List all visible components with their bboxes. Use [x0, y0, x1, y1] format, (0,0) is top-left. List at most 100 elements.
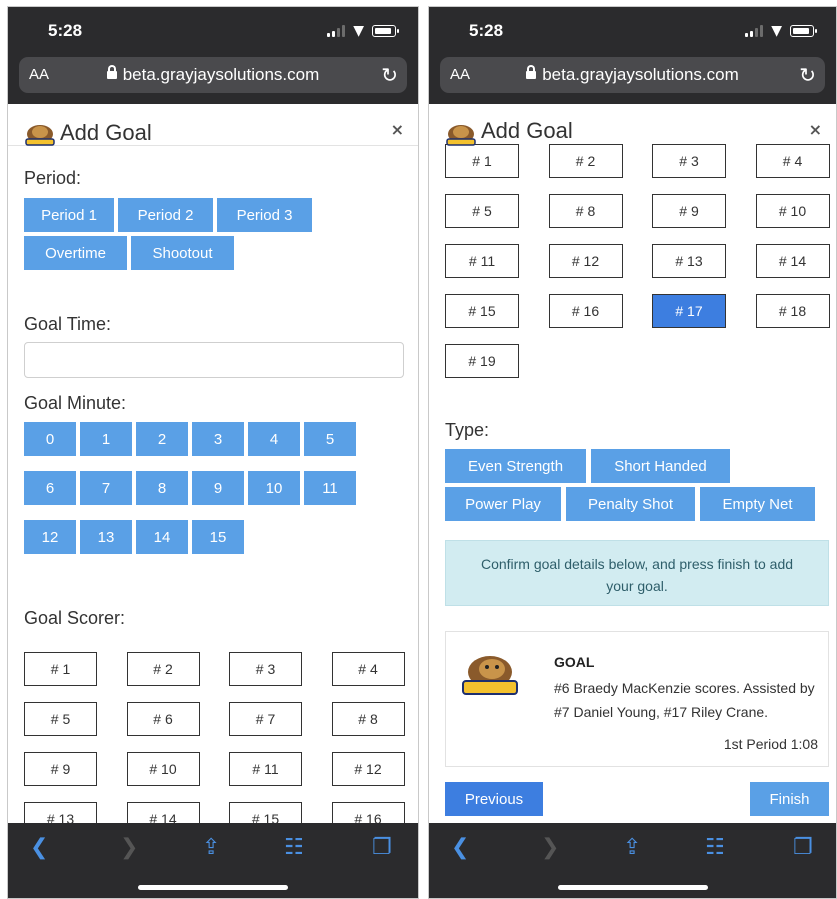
- assist-player-button[interactable]: # 13: [652, 244, 726, 278]
- assist-player-button[interactable]: # 18: [755, 294, 830, 328]
- previous-button[interactable]: Previous: [445, 782, 543, 816]
- browser-top-bar: 5:28 ▼ AA beta.grayjaysolutions.com ↻: [429, 7, 836, 104]
- period-1-button[interactable]: Period 1: [24, 198, 114, 232]
- scorer-button[interactable]: # 3: [229, 652, 302, 686]
- period-label: Period:: [24, 168, 82, 188]
- scorer-button[interactable]: # 12: [331, 752, 405, 786]
- scorer-button[interactable]: # 9: [24, 752, 97, 786]
- scorer-button[interactable]: # 5: [24, 702, 97, 736]
- minute-button[interactable]: 4: [248, 422, 300, 456]
- period-2-button[interactable]: Period 2: [118, 198, 213, 232]
- scorer-button[interactable]: # 1: [24, 652, 97, 686]
- scorer-button[interactable]: # 10: [126, 752, 200, 786]
- minute-button[interactable]: 1: [80, 422, 132, 456]
- minute-button[interactable]: 15: [192, 520, 244, 554]
- minute-button[interactable]: 11: [304, 471, 356, 505]
- empty-net-button[interactable]: Empty Net: [700, 487, 815, 521]
- minute-button[interactable]: 12: [24, 520, 76, 554]
- share-icon[interactable]: ⇪: [202, 835, 220, 860]
- team-logo-icon: [446, 125, 476, 146]
- assist-player-button[interactable]: # 11: [445, 244, 519, 278]
- assist-player-button[interactable]: # 14: [755, 244, 830, 278]
- url-text: beta.grayjaysolutions.com: [542, 65, 739, 84]
- tabs-icon[interactable]: ❐: [793, 835, 813, 860]
- assist-player-button[interactable]: # 2: [548, 144, 623, 178]
- scorer-button[interactable]: # 2: [126, 652, 200, 686]
- minute-button[interactable]: 13: [80, 520, 132, 554]
- summary-title: GOAL: [554, 654, 595, 670]
- assist-player-button[interactable]: # 5: [445, 194, 519, 228]
- back-icon[interactable]: ❮: [451, 835, 469, 860]
- goal-scorer-label: Goal Scorer:: [24, 608, 126, 628]
- assist-player-button[interactable]: # 16: [548, 294, 623, 328]
- assist-player-button[interactable]: # 8: [548, 194, 623, 228]
- assist-player-button[interactable]: # 17: [652, 294, 726, 328]
- minute-button[interactable]: 9: [192, 471, 244, 505]
- assist-player-button[interactable]: # 4: [755, 144, 830, 178]
- assist-player-button[interactable]: # 19: [445, 344, 519, 378]
- wifi-icon: ▼: [353, 23, 364, 39]
- power-play-button[interactable]: Power Play: [445, 487, 561, 521]
- minute-button[interactable]: 5: [304, 422, 356, 456]
- shootout-button[interactable]: Shootout: [131, 236, 234, 270]
- tabs-icon[interactable]: ❐: [372, 835, 392, 860]
- assist-player-button[interactable]: # 1: [445, 144, 519, 178]
- scorer-button[interactable]: # 15: [229, 802, 302, 823]
- status-time: 5:28: [469, 21, 504, 40]
- back-icon[interactable]: ❮: [30, 835, 48, 860]
- confirm-alert: Confirm goal details below, and press fi…: [445, 540, 829, 606]
- assist-player-button[interactable]: # 15: [445, 294, 519, 328]
- forward-icon[interactable]: ❯: [120, 835, 138, 860]
- minute-button[interactable]: 6: [24, 471, 76, 505]
- even-strength-button[interactable]: Even Strength: [445, 449, 586, 483]
- share-icon[interactable]: ⇪: [623, 835, 641, 860]
- bookmarks-icon[interactable]: ☷: [284, 835, 304, 860]
- left-screen: 5:28 ▼ AA beta.grayjaysolutions.com ↻ Ad…: [7, 6, 419, 899]
- assist-player-button[interactable]: # 10: [755, 194, 830, 228]
- goal-summary-card: GOAL #6 Braedy MacKenzie scores. Assiste…: [445, 631, 829, 767]
- home-indicator: [138, 885, 288, 890]
- penalty-shot-button[interactable]: Penalty Shot: [566, 487, 695, 521]
- finish-button[interactable]: Finish: [750, 782, 829, 816]
- forward-icon[interactable]: ❯: [541, 835, 559, 860]
- signal-icon: [745, 25, 764, 37]
- goal-minute-label: Goal Minute:: [24, 393, 127, 413]
- home-indicator: [557, 885, 708, 890]
- assist-player-button[interactable]: # 3: [652, 144, 726, 178]
- scorer-button[interactable]: # 14: [126, 802, 200, 823]
- minute-button[interactable]: 0: [24, 422, 76, 456]
- scorer-button[interactable]: # 13: [24, 802, 97, 823]
- short-handed-button[interactable]: Short Handed: [591, 449, 730, 483]
- address-bar[interactable]: AA beta.grayjaysolutions.com ↻: [19, 57, 407, 93]
- bookmarks-icon[interactable]: ☷: [705, 835, 725, 860]
- battery-icon: [372, 25, 399, 37]
- period-3-button[interactable]: Period 3: [217, 198, 312, 232]
- browser-bottom-bar: ❮ ❯ ⇪ ☷ ❐: [429, 823, 836, 898]
- reload-icon[interactable]: ↻: [799, 63, 816, 87]
- scorer-button[interactable]: # 4: [331, 652, 405, 686]
- scorer-button[interactable]: # 11: [229, 752, 302, 786]
- minute-button[interactable]: 10: [248, 471, 300, 505]
- minute-button[interactable]: 7: [80, 471, 132, 505]
- scorer-button[interactable]: # 16: [331, 802, 405, 823]
- address-bar[interactable]: AA beta.grayjaysolutions.com ↻: [440, 57, 825, 93]
- scorer-button[interactable]: # 7: [229, 702, 302, 736]
- assist-player-button[interactable]: # 9: [652, 194, 726, 228]
- reload-icon[interactable]: ↻: [381, 63, 398, 87]
- minute-button[interactable]: 14: [136, 520, 188, 554]
- close-icon[interactable]: ×: [391, 120, 404, 139]
- modal-title: Add Goal: [481, 118, 573, 143]
- scorer-button[interactable]: # 6: [126, 702, 200, 736]
- scorer-button[interactable]: # 8: [331, 702, 405, 736]
- overtime-button[interactable]: Overtime: [24, 236, 127, 270]
- minute-button[interactable]: 8: [136, 471, 188, 505]
- minute-button[interactable]: 2: [136, 422, 188, 456]
- close-icon[interactable]: ×: [809, 120, 822, 139]
- status-icons: ▼: [327, 23, 399, 39]
- minute-button[interactable]: 3: [192, 422, 244, 456]
- summary-time: 1st Period 1:08: [723, 736, 818, 752]
- assist-player-button[interactable]: # 12: [548, 244, 623, 278]
- goal-time-input[interactable]: [24, 342, 404, 378]
- lock-icon: [106, 65, 117, 79]
- status-time: 5:28: [48, 21, 83, 40]
